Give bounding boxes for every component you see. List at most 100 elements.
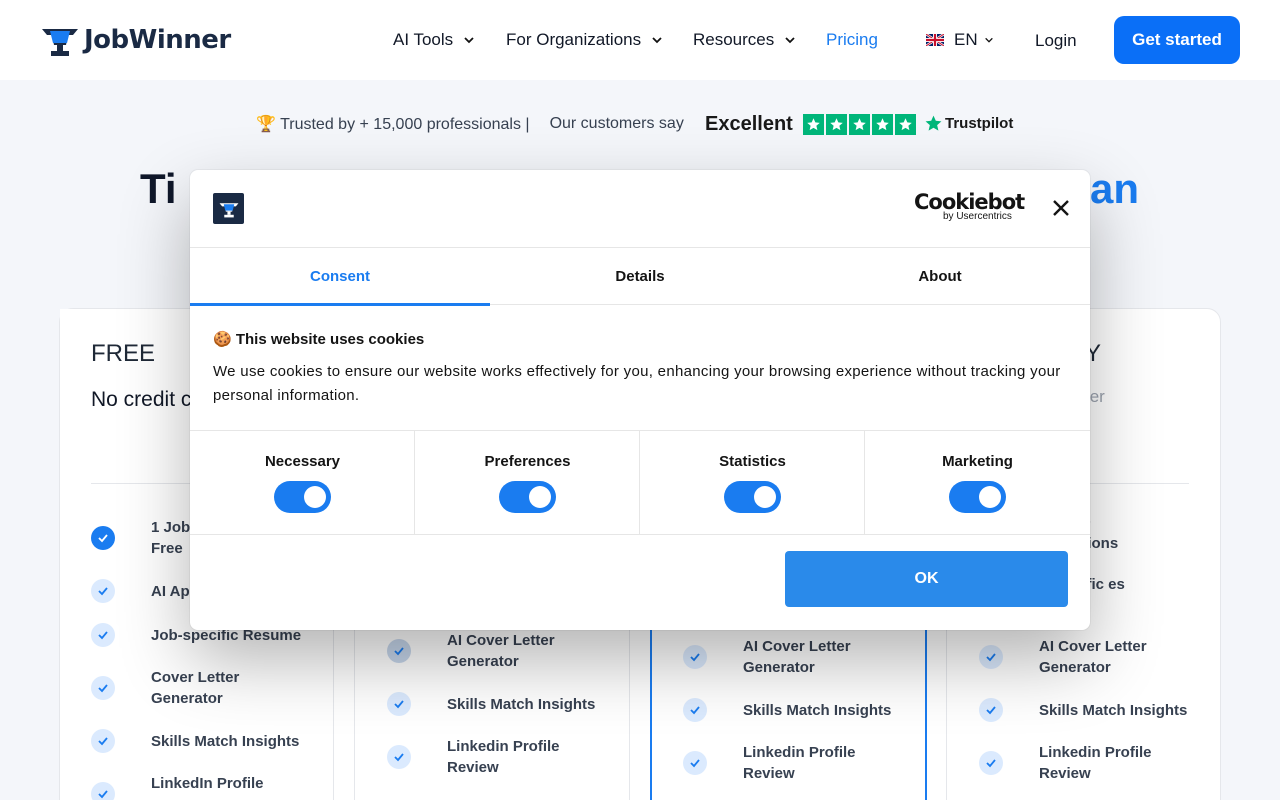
chevron-down-icon: [984, 37, 993, 43]
toggle-knob: [979, 486, 1001, 508]
feature-item: AI App: [91, 579, 199, 603]
login-label: Login: [1035, 31, 1077, 50]
feature-item: Linkedin Profile Review: [387, 736, 560, 776]
page-headline-end: an: [1090, 165, 1140, 212]
star-icon: [826, 114, 847, 135]
category-preferences: Preferences: [415, 431, 640, 535]
consent-tabs: Consent Details About: [190, 247, 1090, 306]
chevron-down-icon: [652, 37, 662, 44]
cookie-categories: Necessary Preferences Statistics Marketi…: [190, 430, 1090, 535]
feature-label: Cover Letter Generator: [151, 669, 240, 707]
feature-label: Linkedin Profile Review: [743, 744, 856, 782]
toggle-knob: [754, 486, 776, 508]
trusted-by-text: 🏆 Trusted by + 15,000 professionals |: [256, 116, 530, 133]
trustpilot-star-icon: [925, 115, 942, 131]
feature-label: Skills Match Insights: [151, 733, 300, 750]
check-icon: [91, 729, 115, 753]
site-header: JobWinner AI Tools For Organizations Res…: [0, 0, 1280, 80]
page-headline-start: Ti: [140, 165, 177, 212]
nav-ai-tools[interactable]: AI Tools: [393, 28, 475, 52]
cookiebot-logo[interactable]: Cookiebot by Usercentrics: [914, 190, 1025, 222]
nav-for-organizations[interactable]: For Organizations: [506, 28, 663, 52]
feature-item: Linkedin Profile Review: [683, 742, 856, 782]
feature-item: Skills Match Insights: [683, 698, 891, 722]
check-icon: [91, 676, 115, 700]
check-icon: [387, 745, 411, 769]
necessary-toggle[interactable]: [274, 481, 331, 513]
check-icon: [979, 698, 1003, 722]
feature-item: Cover Letter Generator: [91, 667, 239, 707]
check-icon: [387, 639, 411, 663]
feature-item: Linkedin Profile Review: [979, 742, 1152, 782]
category-label: Preferences: [484, 453, 571, 470]
feature-item: Skills Match Insights: [387, 692, 595, 716]
feature-label: Linkedin Profile Review: [1039, 744, 1152, 782]
check-icon: [387, 692, 411, 716]
category-marketing: Marketing: [865, 431, 1090, 535]
jobwinner-logo[interactable]: JobWinner: [40, 20, 231, 60]
tab-details[interactable]: Details: [490, 248, 790, 305]
category-label: Necessary: [264, 453, 341, 470]
trustpilot-label: Trustpilot: [945, 115, 1014, 132]
rating-text: Excellent: [705, 113, 793, 135]
check-icon: [979, 645, 1003, 669]
tab-about[interactable]: About: [790, 248, 1090, 305]
star-icon: [803, 114, 824, 135]
customers-say-text: Our customers say: [549, 115, 684, 132]
tab-consent[interactable]: Consent: [190, 248, 490, 306]
statistics-toggle[interactable]: [724, 481, 781, 513]
category-label: Statistics: [719, 453, 786, 470]
preferences-toggle[interactable]: [499, 481, 556, 513]
nav-resources-label: Resources: [693, 30, 775, 49]
feature-label: Skills Match Insights: [743, 702, 892, 719]
check-icon: [91, 623, 115, 647]
trustpilot-logo[interactable]: Trustpilot: [924, 114, 1013, 133]
nav-pricing-label: Pricing: [826, 30, 878, 49]
feature-item: AI Cover Letter Generator: [979, 636, 1147, 676]
feature-item: Job-specific Resume: [91, 623, 301, 647]
nav-for-organizations-label: For Organizations: [506, 30, 642, 49]
check-icon: [979, 751, 1003, 775]
trustpilot-stars: [803, 114, 916, 135]
ok-button[interactable]: OK: [785, 551, 1068, 607]
nav-ai-tools-label: AI Tools: [393, 30, 454, 49]
language-selector[interactable]: EN: [926, 30, 994, 50]
feature-item: Skills Match Insights: [979, 698, 1187, 722]
chevron-down-icon: [464, 37, 474, 44]
get-started-button[interactable]: Get started: [1114, 16, 1240, 64]
login-link[interactable]: Login: [1035, 29, 1077, 53]
feature-item: 1 Job Free: [91, 517, 190, 559]
star-icon: [895, 114, 916, 135]
feature-label: AI Cover Letter Generator: [1039, 638, 1147, 676]
feature-item: Skills Match Insights: [91, 729, 299, 753]
close-icon[interactable]: [1051, 198, 1071, 218]
category-necessary: Necessary: [190, 431, 415, 535]
site-logo-icon: [213, 193, 244, 224]
feature-label: AI Cover Letter Generator: [447, 632, 555, 670]
feature-label: AI Cover Letter Generator: [743, 638, 851, 676]
feature-item: AI Cover Letter Generator: [387, 630, 555, 670]
check-icon: [91, 526, 115, 550]
toggle-knob: [529, 486, 551, 508]
check-icon: [683, 645, 707, 669]
marketing-toggle[interactable]: [949, 481, 1006, 513]
chevron-down-icon: [785, 37, 795, 44]
feature-label: Skills Match Insights: [1039, 702, 1188, 719]
check-icon: [91, 782, 115, 800]
language-label: EN: [954, 30, 978, 49]
uk-flag-icon: [926, 34, 944, 46]
cookiebot-name: Cookiebot: [914, 190, 1025, 214]
nav-resources[interactable]: Resources: [693, 28, 796, 52]
category-statistics: Statistics: [640, 431, 865, 535]
feature-label: Skills Match Insights: [447, 696, 596, 713]
star-icon: [849, 114, 870, 135]
plan-free-title: FREE: [91, 340, 156, 367]
trophy-icon: [42, 29, 78, 56]
feature-label: Linkedin Profile Review: [447, 738, 560, 776]
star-icon: [872, 114, 893, 135]
toggle-knob: [304, 486, 326, 508]
feature-label: LinkedIn Profile: [151, 775, 264, 792]
cookie-consent-dialog: Cookiebot by Usercentrics Consent Detail…: [190, 170, 1090, 630]
cookie-title: 🍪 This website uses cookies: [213, 331, 425, 348]
nav-pricing[interactable]: Pricing: [826, 28, 878, 52]
